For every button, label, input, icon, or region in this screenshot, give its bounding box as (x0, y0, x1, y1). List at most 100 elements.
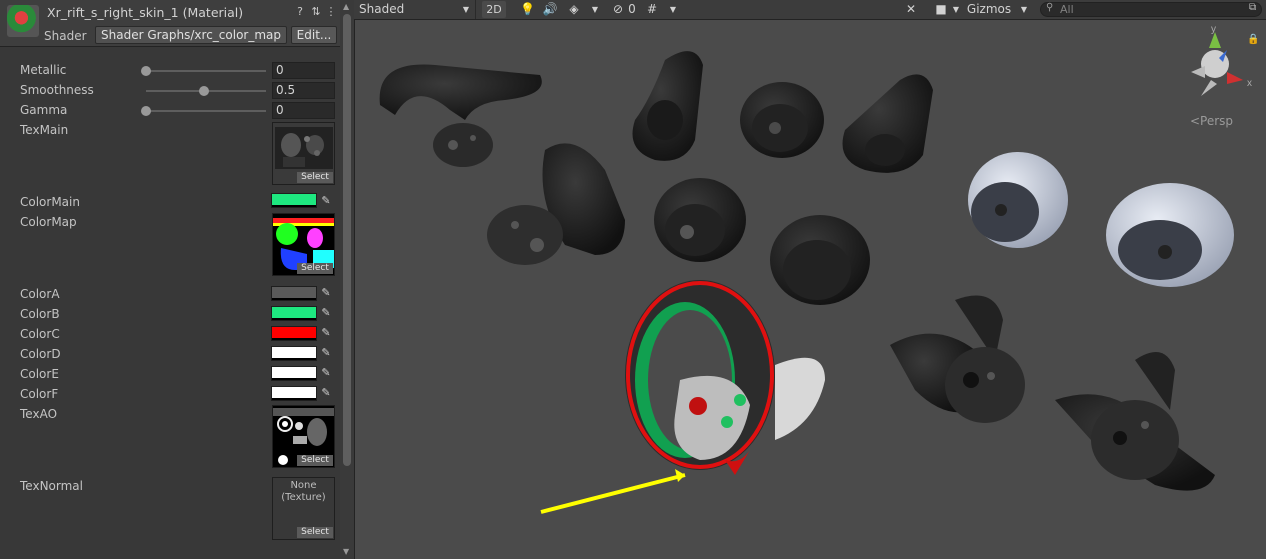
chevron-down-icon: ▼ (462, 5, 469, 14)
smoothness-field[interactable]: 0.5 (272, 82, 335, 99)
orientation-gizmo[interactable]: y x (1191, 24, 1252, 96)
maximize-icon[interactable]: ⧉ (1249, 2, 1256, 13)
scene-search-input[interactable]: All (1040, 2, 1262, 17)
eyedropper-icon[interactable]: ✎ (319, 386, 333, 400)
eyedropper-icon[interactable]: ✎ (319, 366, 333, 380)
colorb-label: ColorB (20, 307, 60, 321)
hidden-objects-icon[interactable]: ⊘ (610, 0, 626, 19)
controller-model[interactable] (379, 64, 542, 168)
projection-label[interactable]: <Persp (1190, 114, 1233, 128)
eyedropper-icon[interactable]: ✎ (319, 306, 333, 320)
draw-mode-label: Shaded (359, 2, 405, 16)
colord-swatch[interactable] (271, 346, 317, 361)
colore-swatch[interactable] (271, 366, 317, 381)
shader-label: Shader (44, 29, 87, 43)
colorb-swatch[interactable] (271, 306, 317, 321)
controller-model[interactable] (890, 295, 1025, 424)
svg-text:y: y (1211, 24, 1216, 35)
search-icon: ⚲ (1046, 2, 1054, 13)
eyedropper-icon[interactable]: ✎ (319, 286, 333, 300)
preset-icon[interactable]: ⇅ (309, 5, 323, 19)
eyedropper-icon[interactable]: ✎ (319, 346, 333, 360)
colorf-label: ColorF (20, 387, 59, 401)
texmain-slot[interactable]: Select (272, 122, 335, 185)
colormain-swatch[interactable] (271, 193, 317, 208)
smoothness-label: Smoothness (20, 83, 94, 97)
colormap-select-button[interactable]: Select (297, 263, 333, 274)
gizmos-label: Gizmos (966, 2, 1012, 16)
controller-model[interactable] (654, 178, 746, 262)
shader-dropdown[interactable]: Shader Graphs/xrc_color_map (95, 26, 287, 44)
texmain-label: TexMain (20, 123, 69, 137)
gamma-field[interactable]: 0 (272, 102, 335, 119)
material-title: Xr_rift_s_right_skin_1 (Material) (47, 5, 244, 20)
controller-model[interactable] (842, 74, 934, 173)
2d-toggle-button[interactable]: 2D (482, 1, 506, 18)
tools-icon[interactable]: ✕ (902, 0, 920, 19)
colormap-slot[interactable]: Select (272, 213, 335, 276)
controller-model-white[interactable] (1106, 183, 1234, 287)
hidden-count: 0 (628, 2, 636, 16)
svg-text:x: x (1247, 78, 1252, 89)
colorc-swatch[interactable] (271, 326, 317, 341)
metallic-label: Metallic (20, 63, 67, 77)
camera-icon[interactable]: ■ (932, 0, 950, 19)
metallic-slider-knob[interactable] (141, 66, 151, 76)
colora-swatch[interactable] (271, 286, 317, 301)
annotation-arrow (540, 473, 686, 514)
material-header: Xr_rift_s_right_skin_1 (Material) ? ⇅ ⋮ … (0, 0, 340, 47)
controller-model[interactable] (740, 82, 824, 158)
colorf-swatch[interactable] (271, 386, 317, 401)
texnormal-select-button[interactable]: Select (297, 527, 333, 538)
lighting-icon[interactable]: 💡 (520, 0, 535, 19)
controller-model[interactable] (770, 215, 870, 305)
inspector-scrollbar-thumb[interactable] (343, 14, 351, 466)
texnormal-none-line1: None (290, 480, 317, 491)
eyedropper-icon[interactable]: ✎ (319, 326, 333, 340)
texnormal-none-text: None (Texture) (273, 480, 334, 504)
lock-icon[interactable]: 🔒 (1247, 33, 1259, 45)
controller-model[interactable] (1055, 352, 1215, 491)
draw-mode-dropdown[interactable]: Shaded ▼ (354, 0, 476, 19)
texnormal-label: TexNormal (20, 479, 83, 493)
selected-controller-model[interactable] (625, 280, 825, 475)
metallic-slider[interactable] (146, 70, 266, 72)
controller-model[interactable] (487, 143, 625, 265)
gamma-slider-knob[interactable] (141, 106, 151, 116)
scroll-up-icon[interactable]: ▲ (343, 2, 349, 11)
gizmos-dropdown[interactable]: Gizmos (964, 0, 1014, 19)
shader-dropdown-value: Shader Graphs/xrc_color_map (101, 28, 282, 42)
texnormal-none-line2: (Texture) (281, 492, 326, 503)
more-icon[interactable]: ⋮ (324, 5, 338, 19)
scroll-down-icon[interactable]: ▼ (343, 547, 349, 556)
gamma-slider[interactable] (146, 110, 266, 112)
texnormal-slot[interactable]: None (Texture) Select (272, 477, 335, 540)
annotation-arrow-head (675, 469, 685, 482)
controller-model[interactable] (632, 51, 704, 161)
help-icon[interactable]: ? (293, 5, 307, 19)
gamma-label: Gamma (20, 103, 68, 117)
inspector-panel: Xr_rift_s_right_skin_1 (Material) ? ⇅ ⋮ … (0, 0, 354, 559)
colormain-label: ColorMain (20, 195, 80, 209)
colore-label: ColorE (20, 367, 59, 381)
metallic-field[interactable]: 0 (272, 62, 335, 79)
chevron-down-icon[interactable]: ▼ (668, 0, 678, 19)
texao-slot[interactable]: Select (272, 405, 335, 468)
chevron-down-icon[interactable]: ▼ (951, 0, 961, 19)
edit-shader-button[interactable]: Edit... (291, 26, 337, 44)
colorc-label: ColorC (20, 327, 60, 341)
eyedropper-icon[interactable]: ✎ (319, 194, 333, 208)
colormap-label: ColorMap (20, 215, 77, 229)
scene-render: y x 🔒 (379, 24, 1259, 514)
effects-icon[interactable]: ◈ (566, 0, 582, 19)
texao-select-button[interactable]: Select (297, 455, 333, 466)
chevron-down-icon[interactable]: ▼ (590, 0, 600, 19)
grid-icon[interactable]: # (644, 0, 660, 19)
texmain-select-button[interactable]: Select (297, 172, 333, 183)
texao-label: TexAO (20, 407, 58, 421)
smoothness-slider-knob[interactable] (199, 86, 209, 96)
controller-model-white[interactable] (968, 152, 1068, 248)
chevron-down-icon[interactable]: ▼ (1018, 0, 1030, 19)
scene-viewport[interactable]: y x 🔒 (354, 20, 1266, 559)
audio-icon[interactable]: 🔊 (542, 0, 558, 19)
